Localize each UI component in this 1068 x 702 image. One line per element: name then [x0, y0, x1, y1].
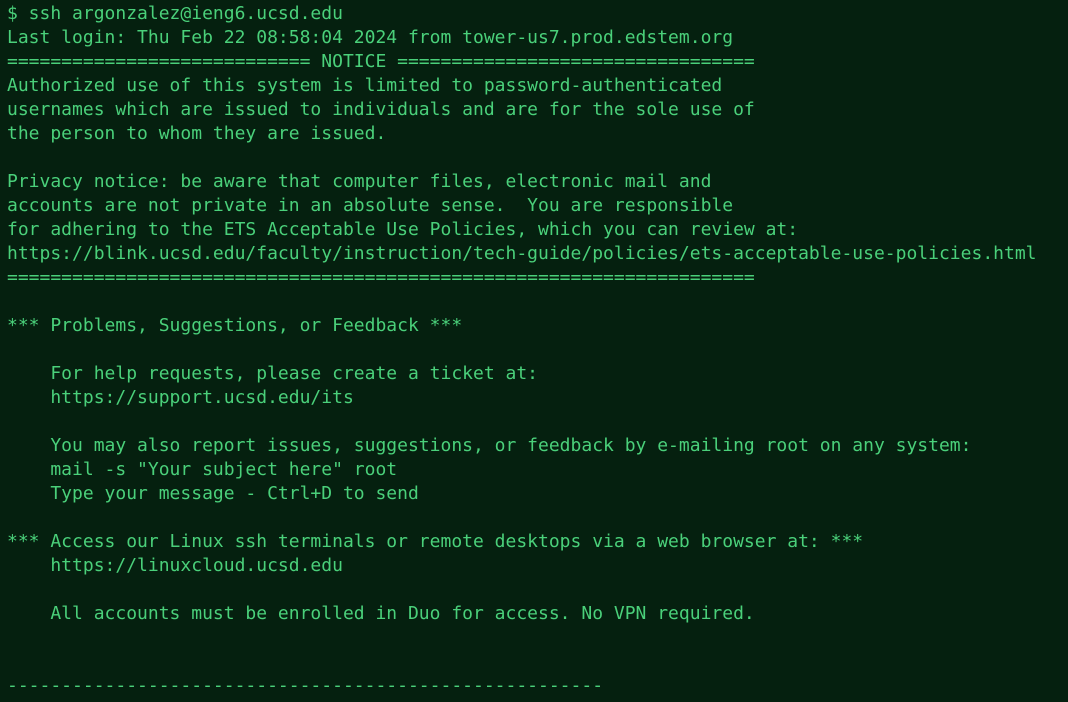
policy-url-line: https://blink.ucsd.edu/faculty/instructi…: [7, 243, 1037, 264]
notice-text-line: Authorized use of this system is limited…: [7, 75, 723, 96]
last-login-line: Last login: Thu Feb 22 08:58:04 2024 fro…: [7, 27, 734, 48]
send-instructions-line: Type your message - Ctrl+D to send: [7, 483, 419, 504]
terminal-window[interactable]: $ ssh argonzalez@ieng6.ucsd.edu Last log…: [0, 0, 1068, 702]
notice-text-line: the person to whom they are issued.: [7, 123, 387, 144]
notice-footer-divider: ========================================…: [7, 267, 755, 288]
privacy-notice-line: accounts are not private in an absolute …: [7, 195, 734, 216]
support-url-line: https://support.ucsd.edu/its: [7, 387, 354, 408]
privacy-notice-line: Privacy notice: be aware that computer f…: [7, 171, 712, 192]
notice-text-line: usernames which are issued to individual…: [7, 99, 755, 120]
help-request-line: For help requests, please create a ticke…: [7, 363, 539, 384]
mail-command-line: mail -s "Your subject here" root: [7, 459, 398, 480]
privacy-notice-line: for adhering to the ETS Acceptable Use P…: [7, 219, 799, 240]
feedback-heading: *** Problems, Suggestions, or Feedback *…: [7, 315, 463, 336]
notice-header-divider: ============================ NOTICE ====…: [7, 51, 755, 72]
linuxcloud-url-line: https://linuxcloud.ucsd.edu: [7, 555, 343, 576]
prompt-line-ssh-command: $ ssh argonzalez@ieng6.ucsd.edu: [7, 3, 343, 24]
linux-access-heading: *** Access our Linux ssh terminals or re…: [7, 531, 864, 552]
bottom-divider: ----------------------------------------…: [7, 675, 604, 696]
duo-requirement-line: All accounts must be enrolled in Duo for…: [7, 603, 755, 624]
report-issues-line: You may also report issues, suggestions,…: [7, 435, 972, 456]
